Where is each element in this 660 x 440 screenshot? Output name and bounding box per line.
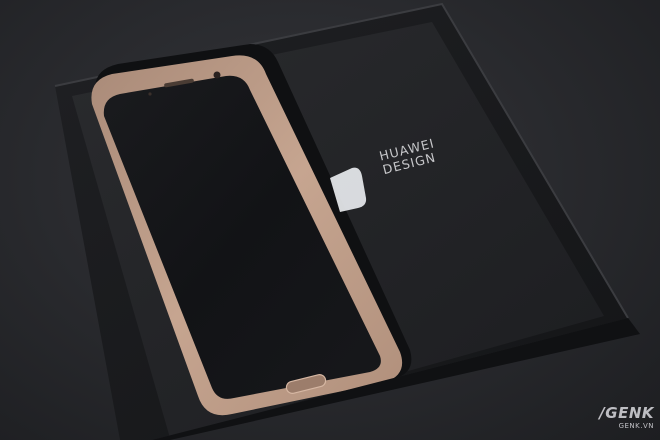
watermark-domain: GENK.VN — [618, 422, 654, 430]
sensor-dot — [148, 92, 152, 96]
watermark-logo: /GENK — [599, 404, 654, 422]
product-photo — [54, 2, 640, 440]
watermark: /GENK GENK.VN — [599, 404, 654, 430]
front-camera — [213, 71, 221, 79]
photo-scene: HUAWEI DESIGN /GENK GENK.VN — [0, 0, 660, 440]
